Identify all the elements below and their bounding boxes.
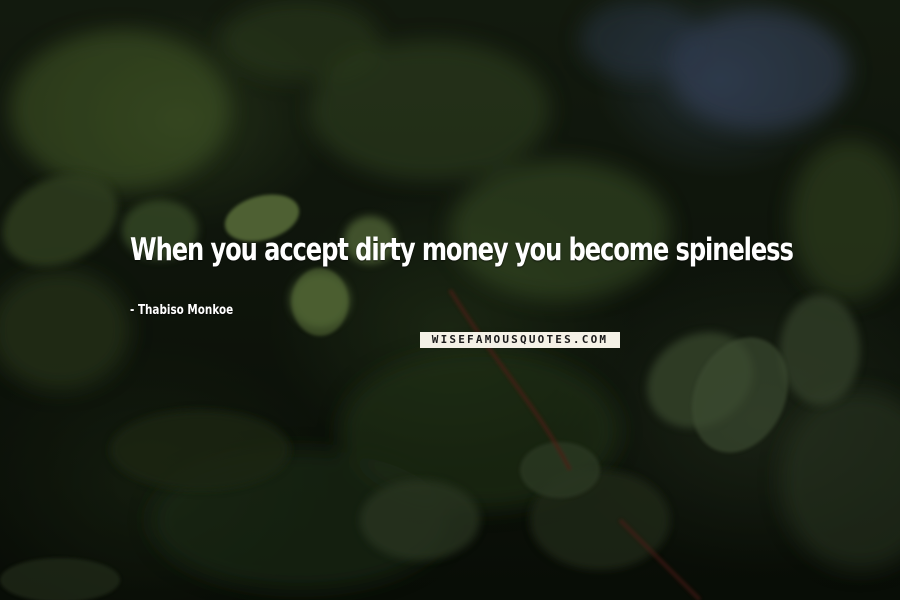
site-watermark: WISEFAMOUSQUOTES.COM [420,332,620,348]
author-name: Thabiso Monkoe [137,303,234,318]
quote-image: When you accept dirty money you become s… [0,0,900,600]
quote-text: When you accept dirty money you become s… [130,232,794,268]
author-prefix: - [130,303,138,318]
quote-author: - Thabiso Monkoe [130,303,233,318]
quote-block: When you accept dirty money you become s… [0,0,900,600]
